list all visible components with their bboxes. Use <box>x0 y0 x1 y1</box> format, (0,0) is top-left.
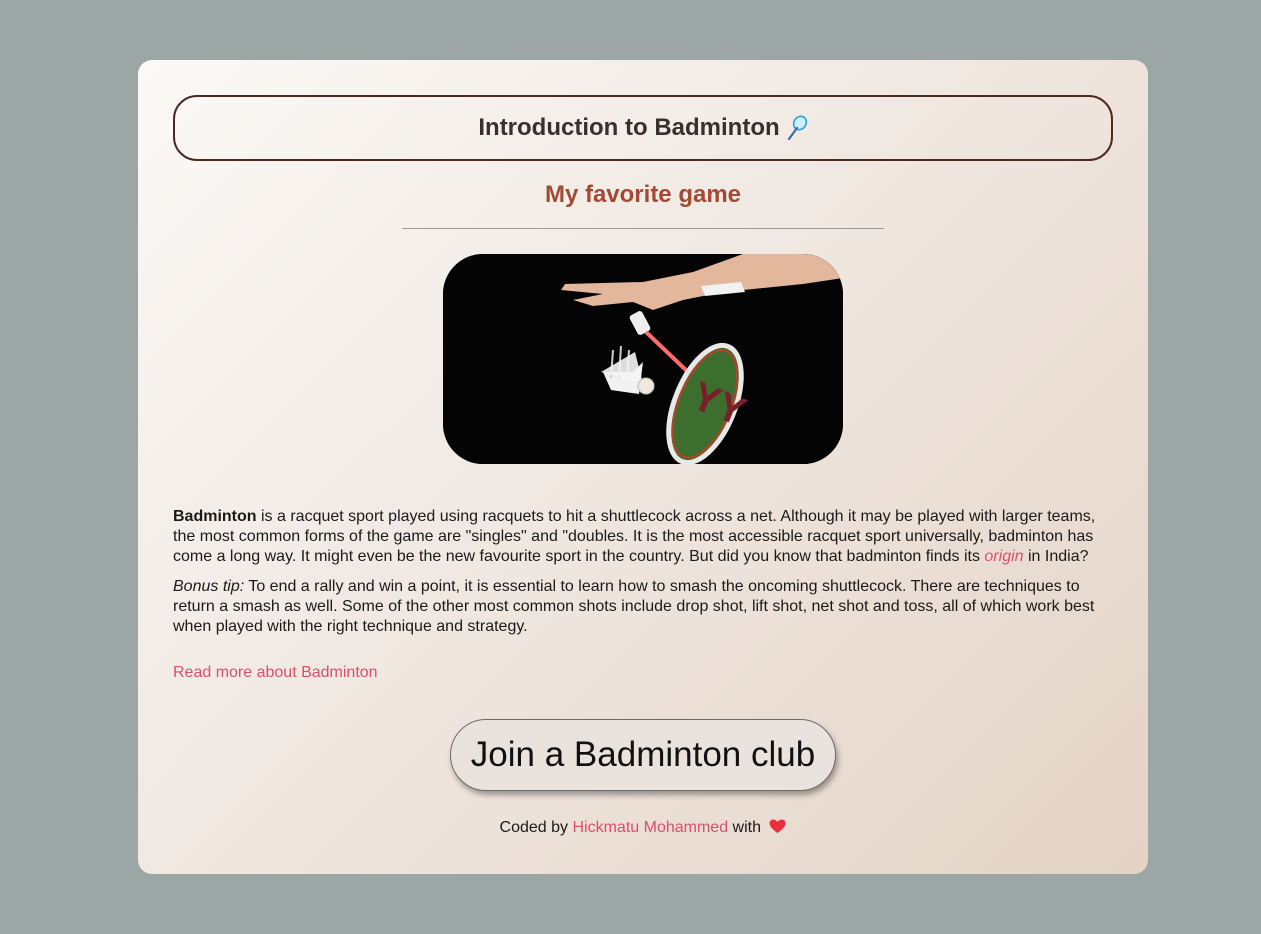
heart-icon <box>769 819 786 834</box>
author-link[interactable]: Hickmatu Mohammed <box>572 819 728 836</box>
tip-text: To end a rally and win a point, it is es… <box>173 578 1095 635</box>
footer-suffix: with <box>728 819 761 836</box>
divider <box>402 228 884 229</box>
page-title: Introduction to Badminton <box>478 114 780 141</box>
page-subtitle: My favorite game <box>544 181 742 208</box>
badminton-racket-icon <box>786 115 808 141</box>
read-more-link[interactable]: Read more about Badminton <box>173 664 378 682</box>
title-box: Introduction to Badminton <box>173 95 1113 161</box>
join-club-button[interactable]: Join a Badminton club <box>450 719 836 791</box>
footer-prefix: Coded by <box>499 819 573 836</box>
footer: Coded by Hickmatu Mohammed with <box>138 819 1148 837</box>
content-card: Introduction to Badminton My favorite ga… <box>138 60 1148 874</box>
intro-paragraph: Badminton is a racquet sport played usin… <box>173 507 1108 567</box>
intro-bold-word: Badminton <box>173 508 257 525</box>
intro-text-end: in India? <box>1023 548 1089 565</box>
badminton-photo: YY <box>443 254 843 464</box>
tip-label: Bonus tip: <box>173 578 245 595</box>
tip-paragraph: Bonus tip: To end a rally and win a poin… <box>173 577 1108 637</box>
origin-link[interactable]: origin <box>984 548 1023 565</box>
intro-text-start: is a racquet sport played using racquets… <box>173 508 1096 565</box>
